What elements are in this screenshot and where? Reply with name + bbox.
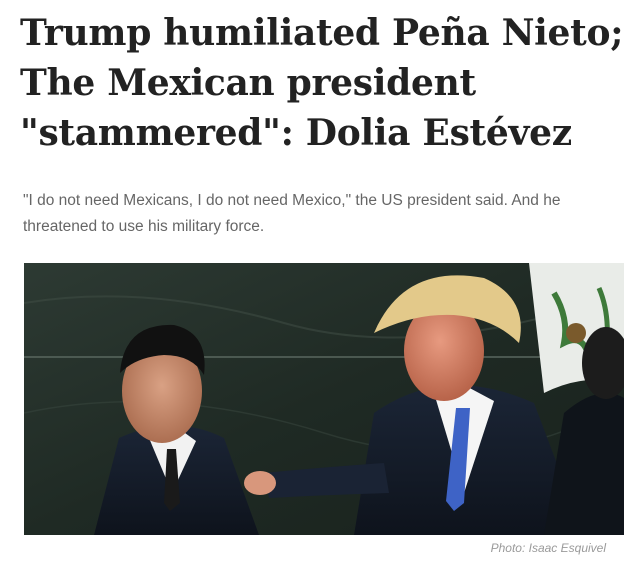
headline-line: "stammered": Dolia Estévez xyxy=(20,112,572,154)
photo-caption: Photo: Isaac Esquivel xyxy=(490,541,606,555)
article-photo xyxy=(24,263,624,535)
article-dek: "I do not need Mexicans, I do not need M… xyxy=(23,192,561,235)
headline-line: Trump humiliated Peña Nieto; xyxy=(20,12,624,54)
headline-line: The Mexican president xyxy=(20,62,476,104)
article: Trump humiliated Peña Nieto; The Mexican… xyxy=(0,0,636,568)
article-headline: Trump humiliated Peña Nieto; The Mexican… xyxy=(20,8,624,158)
